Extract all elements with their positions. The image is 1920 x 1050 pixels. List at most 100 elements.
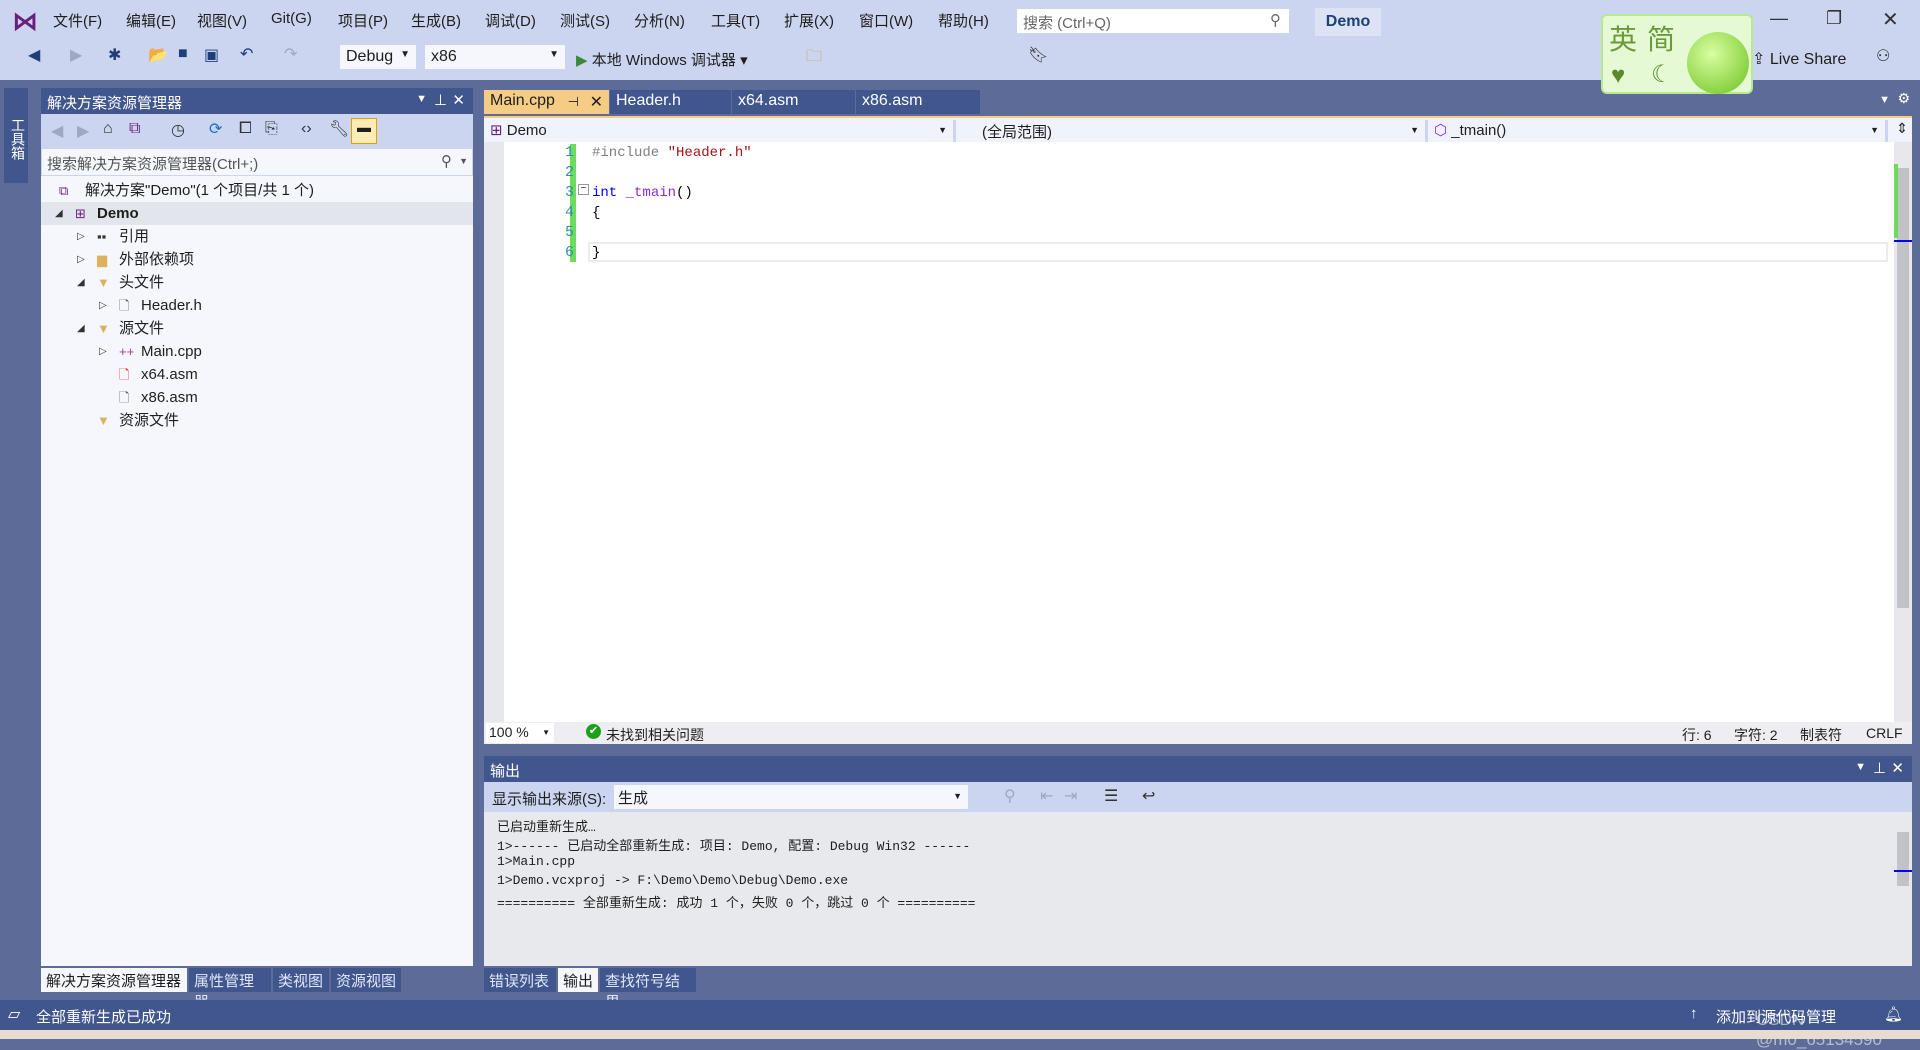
save-all-icon[interactable]: ▣ (204, 45, 219, 65)
member-dropdown[interactable]: ⬡ _tmain() ▼ (1428, 120, 1888, 142)
ime-widget[interactable]: 英 简 ♥ ☾ (1601, 14, 1753, 94)
scroll-thumb[interactable] (1897, 168, 1909, 608)
collapse-all-icon[interactable]: ⧠ (239, 120, 252, 138)
output-scrollbar[interactable] (1894, 812, 1912, 966)
tree-item[interactable]: ▼ 资源文件 (41, 409, 473, 432)
dropdown-icon[interactable]: ▼ (416, 93, 427, 105)
close-button[interactable]: ✕ (1882, 7, 1899, 32)
preview-toggle-icon[interactable]: ▬ (351, 118, 377, 144)
tab-Header-h[interactable]: Header.h (610, 90, 731, 114)
menu-item[interactable]: 生成(B) (411, 10, 461, 31)
restore-button[interactable]: ❐ (1826, 8, 1842, 29)
prev-message-icon[interactable]: ⇤ (1040, 786, 1053, 806)
menu-item[interactable]: 分析(N) (634, 10, 685, 31)
zoom-select[interactable]: 100 % ▼ (486, 723, 554, 743)
switch-views-icon[interactable]: ⧉ (129, 120, 140, 138)
pin-icon[interactable]: ⊣ (568, 94, 579, 110)
menu-item[interactable]: 帮助(H) (938, 10, 989, 31)
live-share-button[interactable]: ⇪ Live Share (1752, 49, 1846, 69)
code-line[interactable]: #include "Header.h" (592, 145, 752, 161)
tree-item[interactable]: ◢ ▼ 源文件 (41, 317, 473, 340)
scope-dropdown[interactable]: (全局范围) ▼ (956, 120, 1428, 142)
save-icon[interactable]: ■ (178, 45, 188, 63)
tab-list-icon[interactable]: ▼ (1879, 94, 1890, 106)
expanded-arrow-icon[interactable]: ◢ (55, 202, 63, 225)
menu-item[interactable]: Git(G) (271, 10, 312, 27)
redo-icon[interactable]: ↷ (284, 44, 297, 64)
search-input[interactable]: 搜索 (Ctrl+Q) ⚲ (1016, 8, 1290, 34)
gear-icon[interactable]: ⚙ (1897, 90, 1910, 107)
back-icon[interactable]: ◀ (28, 45, 40, 65)
properties-icon[interactable]: 🔧︎ (329, 119, 349, 139)
close-icon[interactable]: ✕ (590, 92, 603, 112)
vertical-scrollbar[interactable] (1894, 142, 1912, 722)
forward-icon[interactable]: ▶ (70, 45, 82, 65)
output-text[interactable]: 已启动重新生成… 1>------ 已启动全部重新生成: 项目: Demo, 配置… (484, 812, 1912, 966)
issues-status[interactable]: 未找到相关问题 (606, 725, 704, 745)
back-icon[interactable]: ◀ (51, 121, 63, 141)
tab-output-1[interactable]: 输出 (558, 968, 598, 992)
project-dropdown[interactable]: ⊞ Demo ▼ (484, 120, 956, 142)
tree-item[interactable]: 🗋 x86.asm (41, 386, 473, 409)
collapsed-arrow-icon[interactable]: ▷ (99, 294, 107, 317)
platform-select[interactable]: x86 ▼ (424, 44, 566, 70)
tab-x64-asm[interactable]: x64.asm (732, 90, 855, 114)
code-line[interactable]: { (592, 205, 600, 221)
solution-search-input[interactable]: 搜索解决方案资源管理器(Ctrl+;) ⚲ ▼ (41, 148, 473, 176)
tree-item[interactable]: ⧉ 解决方案"Demo"(1 个项目/共 1 个) (41, 179, 473, 202)
menu-item[interactable]: 编辑(E) (126, 10, 176, 31)
pending-changes-icon[interactable]: ◷ (171, 120, 185, 140)
menu-item[interactable]: 视图(V) (197, 10, 247, 31)
toolbox-tab[interactable]: 工具箱 (4, 88, 28, 183)
pin-icon[interactable]: ⊥ (1873, 759, 1886, 777)
minimize-button[interactable]: — (1770, 8, 1788, 29)
expanded-arrow-icon[interactable]: ◢ (77, 317, 85, 340)
tree-item[interactable]: ▷ ▆ 外部依赖项 (41, 248, 473, 271)
forward-icon[interactable]: ▶ (77, 121, 89, 141)
menu-item[interactable]: 测试(S) (560, 10, 610, 31)
find-in-files-icon[interactable]: 🗀 (806, 45, 822, 72)
collapsed-arrow-icon[interactable]: ▷ (77, 248, 85, 271)
menu-item[interactable]: 窗口(W) (859, 10, 913, 31)
start-debug-button[interactable]: ▶ 本地 Windows 调试器 ▾ (576, 49, 748, 70)
dropdown-icon[interactable]: ▼ (1855, 761, 1866, 773)
tree-item[interactable]: ▷ 🗋 Header.h (41, 294, 473, 317)
clear-all-icon[interactable]: ☰ (1104, 786, 1118, 806)
eol-indicator[interactable]: CRLF (1866, 725, 1903, 741)
indent-indicator[interactable]: 制表符 (1800, 725, 1842, 745)
scroll-thumb[interactable] (1897, 832, 1909, 886)
config-select[interactable]: Debug ▼ (339, 44, 417, 70)
tab-x86-asm[interactable]: x86.asm (856, 90, 980, 114)
close-icon[interactable]: ✕ (452, 91, 465, 109)
collapsed-arrow-icon[interactable]: ▷ (77, 225, 85, 248)
tab-Main-cpp[interactable]: Main.cpp ⊣ ✕ (484, 90, 609, 114)
undo-icon[interactable]: ↶ (240, 44, 253, 64)
tab-solution-3[interactable]: 资源视图 (331, 968, 401, 992)
menu-item[interactable]: 扩展(X) (784, 10, 834, 31)
menu-item[interactable]: 调试(D) (485, 10, 536, 31)
bookmark-icon[interactable]: 🔖︎ (1028, 45, 1048, 65)
tab-solution-0[interactable]: 解决方案资源管理器 (41, 968, 187, 992)
tree-item[interactable]: ▷ ▪▪ 引用 (41, 225, 473, 248)
pin-icon[interactable]: ⊥ (434, 91, 447, 109)
feedback-icon[interactable]: ⚇ (1876, 46, 1890, 66)
collapse-icon[interactable]: − (578, 184, 589, 195)
collapsed-arrow-icon[interactable]: ▷ (99, 340, 107, 363)
tab-solution-2[interactable]: 类视图 (273, 968, 329, 992)
menu-item[interactable]: 文件(F) (53, 10, 102, 31)
new-project-icon[interactable]: ✱ (108, 45, 121, 65)
refresh-icon[interactable]: ⟳ (209, 119, 222, 139)
tree-item[interactable]: 🗋 x64.asm (41, 363, 473, 386)
split-icon[interactable]: ⇕ (1896, 120, 1908, 137)
tab-solution-1[interactable]: 属性管理器 (189, 968, 271, 1011)
close-icon[interactable]: ✕ (1891, 759, 1904, 777)
word-wrap-icon[interactable]: ↩ (1142, 786, 1155, 806)
expanded-arrow-icon[interactable]: ◢ (77, 271, 85, 294)
open-file-icon[interactable]: 📂 (148, 45, 168, 65)
view-code-icon[interactable]: ‹› (301, 120, 312, 138)
tab-output-0[interactable]: 错误列表 (484, 968, 556, 992)
tab-output-2[interactable]: 查找符号结果 (600, 968, 696, 1011)
next-message-icon[interactable]: ⇥ (1064, 786, 1077, 806)
bell-icon[interactable]: 🔔︎ (1884, 1005, 1903, 1023)
code-line[interactable]: int _tmain() (592, 185, 693, 201)
